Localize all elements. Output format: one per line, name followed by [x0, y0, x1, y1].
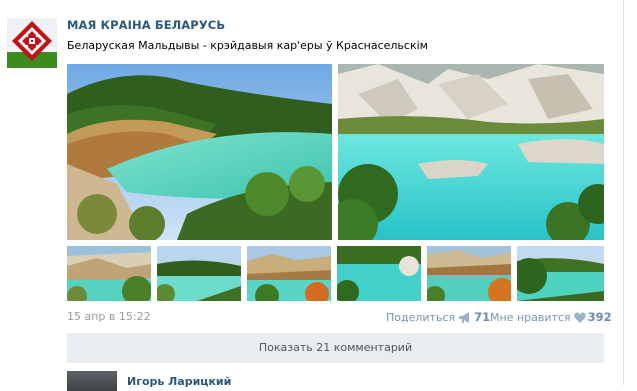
photo-1[interactable] — [67, 64, 332, 240]
like-label: Мне нравится — [490, 311, 571, 324]
photo-thumb-1[interactable] — [67, 246, 151, 301]
post-date[interactable]: 15 апр в 15:22 — [67, 310, 151, 323]
like-count: 392 — [587, 310, 612, 324]
share-count: 71 — [474, 310, 491, 324]
wall-post: МАЯ КРАІНА БЕЛАРУСЬ Беларуская Мальдывы … — [0, 0, 637, 391]
comment-author-name[interactable]: Игорь Ларицкий — [127, 375, 231, 388]
post-text: Беларуская Мальдывы - крэйдавыя кар'еры … — [67, 39, 428, 52]
show-comments-button[interactable]: Показать 21 комментарий — [67, 333, 604, 363]
megaphone-icon — [458, 312, 472, 326]
photo-thumb-4[interactable] — [337, 246, 421, 301]
share-button[interactable]: Поделиться 71 — [386, 310, 490, 326]
photo-thumb-2[interactable] — [157, 246, 241, 301]
photo-thumb-5[interactable] — [427, 246, 511, 301]
like-button[interactable]: Мне нравится 392 — [490, 310, 612, 326]
group-name-link[interactable]: МАЯ КРАІНА БЕЛАРУСЬ — [67, 18, 225, 32]
share-label: Поделиться — [386, 311, 456, 324]
photo-2[interactable] — [338, 64, 604, 240]
comment-author-avatar[interactable] — [67, 371, 117, 391]
photo-thumb-3[interactable] — [247, 246, 331, 301]
photo-thumb-6[interactable] — [517, 246, 604, 301]
right-divider — [623, 0, 624, 385]
heart-icon — [573, 312, 586, 326]
group-avatar[interactable] — [7, 18, 57, 68]
ornament-emblem-icon — [7, 18, 57, 68]
